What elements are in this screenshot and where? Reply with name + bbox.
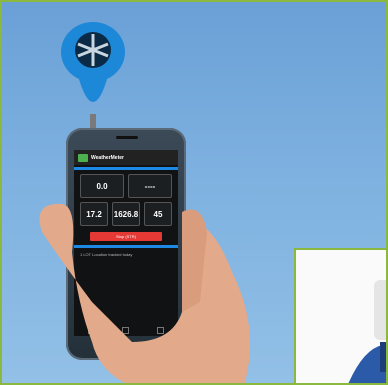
inset-device [348, 280, 386, 383]
earpiece [116, 136, 138, 139]
app-title: WeatherMeter [91, 154, 124, 161]
tile-value: 0.0 [96, 181, 108, 191]
wind-meter [61, 22, 125, 128]
divider [74, 167, 178, 170]
hand [39, 203, 250, 383]
app-bar: WeatherMeter [74, 150, 178, 165]
product-photo: WeatherMeter 0.0 ---- 17.2 1626.8 45 Sto… [0, 0, 388, 385]
tile-value: ---- [144, 181, 156, 191]
inset-product-image [294, 248, 386, 383]
app-icon [78, 153, 88, 162]
